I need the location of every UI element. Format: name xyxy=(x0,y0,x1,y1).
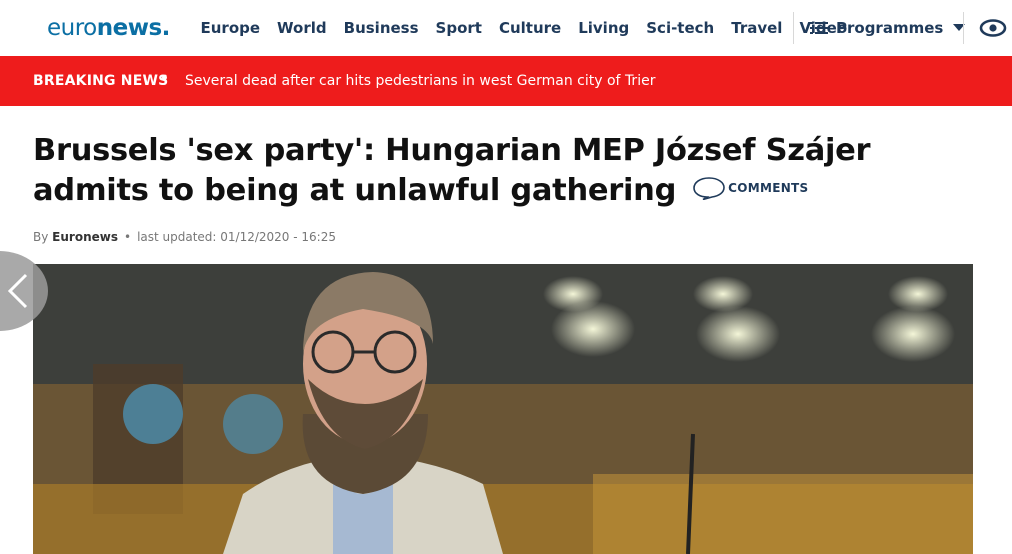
programmes-label: Programmes xyxy=(836,19,944,37)
nav-link-world[interactable]: World xyxy=(269,0,336,56)
breaking-news-bullet: • xyxy=(160,71,169,87)
logo-dot: . xyxy=(161,15,171,41)
article-hero-image[interactable] xyxy=(33,264,973,554)
nav-divider-2 xyxy=(963,12,964,44)
programmes-menu-button[interactable]: Programmes xyxy=(810,0,966,56)
list-icon xyxy=(810,22,828,34)
chevron-left-icon xyxy=(7,273,28,309)
nav-link-business[interactable]: Business xyxy=(335,0,427,56)
euronews-logo[interactable]: euronews. xyxy=(47,15,170,41)
byline-prefix: By xyxy=(33,230,49,244)
speech-bubble-icon xyxy=(693,176,725,200)
article-byline: By Euronews • last updated: 01/12/2020 - 1… xyxy=(33,230,336,244)
nav-link-culture[interactable]: Culture xyxy=(490,0,569,56)
breaking-news-banner[interactable]: BREAKING NEWS • Several dead after car h… xyxy=(0,56,1012,106)
breaking-news-headline[interactable]: Several dead after car hits pedestrians … xyxy=(185,73,655,89)
byline-author[interactable]: Euronews xyxy=(52,230,118,244)
hero-photo xyxy=(33,264,973,554)
article-title: Brussels 'sex party': Hungarian MEP Józs… xyxy=(33,131,993,212)
comments-label: COMMENTS xyxy=(728,180,809,195)
nav-link-sci-tech[interactable]: Sci-tech xyxy=(638,0,723,56)
eye-icon[interactable] xyxy=(978,14,1008,42)
byline-updated: last updated: 01/12/2020 - 16:25 xyxy=(137,230,336,244)
logo-bold-text: news xyxy=(96,15,162,41)
nav-link-europe[interactable]: Europe xyxy=(192,0,269,56)
logo-light-text: euro xyxy=(47,15,97,41)
comments-link[interactable]: COMMENTS xyxy=(692,168,808,208)
nav-divider xyxy=(793,12,794,44)
main-nav: Europe World Business Sport Culture Livi… xyxy=(192,0,856,56)
nav-link-travel[interactable]: Travel xyxy=(723,0,791,56)
nav-link-sport[interactable]: Sport xyxy=(427,0,490,56)
nav-link-living[interactable]: Living xyxy=(570,0,638,56)
top-navigation-bar: euronews. Europe World Business Sport Cu… xyxy=(0,0,1012,56)
breaking-news-label: BREAKING NEWS xyxy=(33,73,169,89)
byline-separator: • xyxy=(123,230,132,244)
